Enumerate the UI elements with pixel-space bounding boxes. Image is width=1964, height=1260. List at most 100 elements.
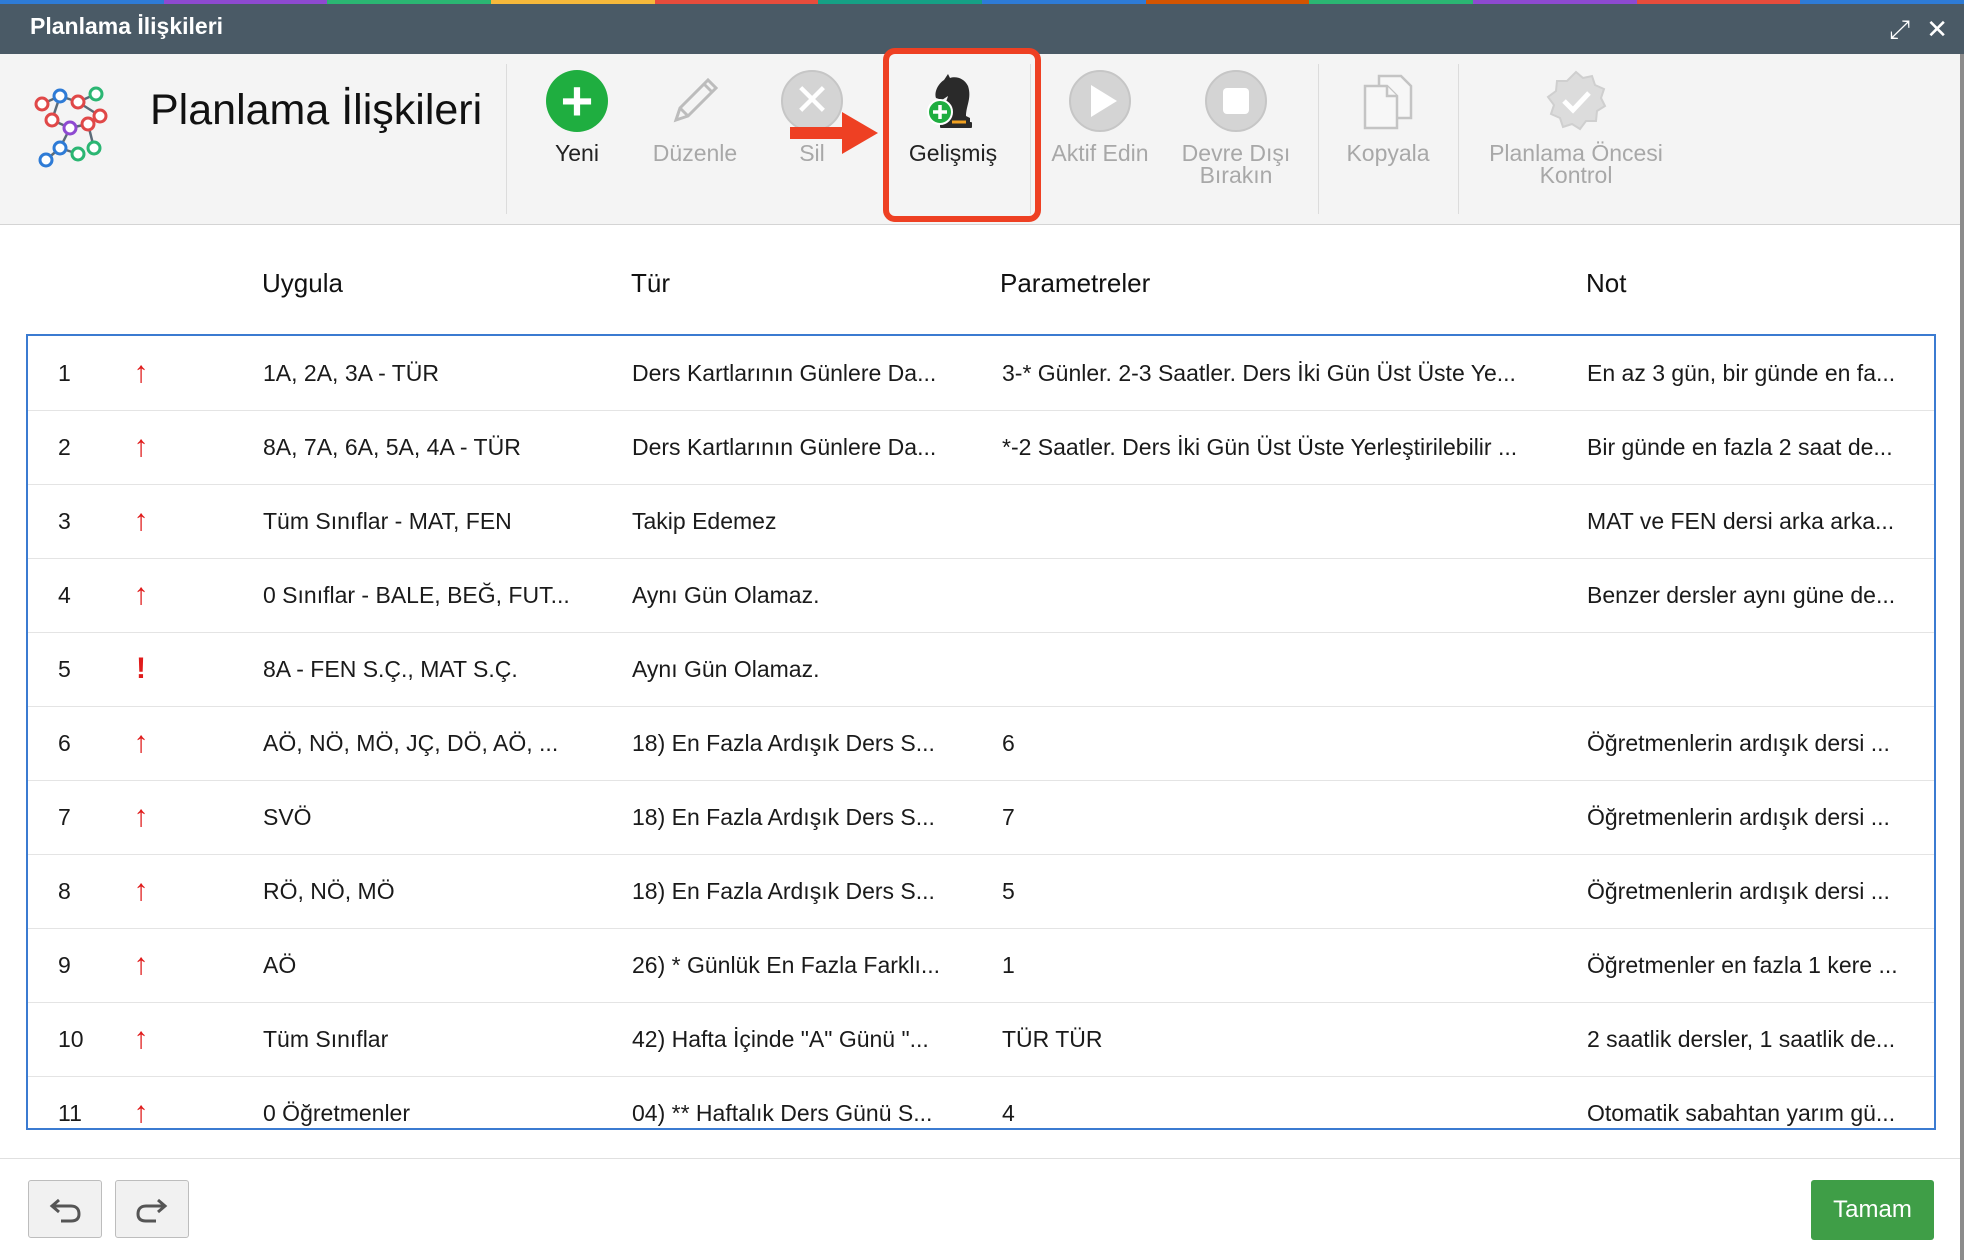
- row-parameters: 4: [1002, 1100, 1015, 1126]
- priority-arrow-icon: ↑: [133, 578, 149, 611]
- row-type: Ders Kartlarının Günlere Da...: [632, 360, 937, 386]
- window-edge: [1960, 54, 1964, 1260]
- arrow-icon: [790, 112, 878, 154]
- priority-arrow-icon: ↑: [133, 504, 149, 537]
- row-type: 18) En Fazla Ardışık Ders S...: [632, 730, 935, 756]
- advanced-button-highlight: [883, 48, 1041, 222]
- copy-icon: [1357, 70, 1419, 132]
- row-note: Öğretmenlerin ardışık dersi ...: [1587, 804, 1890, 830]
- page-title: Planlama İlişkileri: [150, 86, 483, 134]
- priority-arrow-icon: ↑: [133, 430, 149, 463]
- ok-button[interactable]: Tamam: [1811, 1180, 1934, 1240]
- edit-button[interactable]: Düzenle: [640, 70, 750, 165]
- priority-arrow-icon: ↑: [133, 948, 149, 981]
- priority-arrow-icon: ↑: [133, 726, 149, 759]
- table-row[interactable]: 1 ↑ 1A, 2A, 3A - TÜR Ders Kartlarının Gü…: [28, 336, 1934, 411]
- row-type: Ders Kartlarının Günlere Da...: [632, 434, 937, 460]
- table-row[interactable]: 7 ↑ SVÖ 18) En Fazla Ardışık Ders S... 7…: [28, 780, 1934, 855]
- row-type: 18) En Fazla Ardışık Ders S...: [632, 804, 935, 830]
- row-parameters: 5: [1002, 878, 1015, 904]
- row-note: Benzer dersler aynı güne de...: [1587, 582, 1896, 608]
- row-number: 2: [58, 434, 71, 460]
- row-parameters: 3-* Günler. 2-3 Saatler. Ders İki Gün Üs…: [1002, 360, 1516, 386]
- row-apply: 8A, 7A, 6A, 5A, 4A - TÜR: [263, 434, 521, 460]
- priority-arrow-icon: ↑: [133, 356, 149, 389]
- row-apply: 1A, 2A, 3A - TÜR: [263, 360, 439, 386]
- row-number: 4: [58, 582, 71, 608]
- check-badge-icon: [1545, 70, 1607, 132]
- row-number: 5: [58, 656, 71, 682]
- undo-icon: [49, 1198, 81, 1223]
- row-apply: Tüm Sınıflar: [263, 1026, 389, 1052]
- row-note: Öğretmenlerin ardışık dersi ...: [1587, 730, 1890, 756]
- table-row[interactable]: 11 ↑ 0 Öğretmenler 04) ** Haftalık Ders …: [28, 1076, 1934, 1129]
- row-apply: 0 Öğretmenler: [263, 1100, 411, 1126]
- stop-icon: [1205, 70, 1267, 132]
- window-title: Planlama İlişkileri: [30, 13, 224, 39]
- column-header-parameters[interactable]: Parametreler: [1000, 268, 1150, 299]
- new-button-label: Yeni: [555, 140, 599, 166]
- row-type: 18) En Fazla Ardışık Ders S...: [632, 878, 935, 904]
- row-number: 11: [58, 1100, 82, 1126]
- row-number: 7: [58, 804, 71, 830]
- table-row[interactable]: 4 ↑ 0 Sınıflar - BALE, BEĞ, FUT... Aynı …: [28, 558, 1934, 633]
- row-parameters: 1: [1002, 952, 1015, 978]
- priority-arrow-icon: ↑: [133, 874, 149, 907]
- deactivate-button-label-line2: Bırakın: [1199, 162, 1273, 188]
- row-note: MAT ve FEN dersi arka arka...: [1587, 508, 1895, 534]
- pencil-icon: [664, 70, 726, 132]
- row-parameters: TÜR TÜR: [1002, 1026, 1103, 1052]
- window-titlebar: Planlama İlişkileri ⤢ ✕: [0, 4, 1964, 54]
- toolbar-divider: [506, 64, 507, 214]
- expand-icon[interactable]: ⤢: [1889, 14, 1910, 44]
- row-note: Otomatik sabahtan yarım gü...: [1587, 1100, 1896, 1126]
- add-icon: +: [546, 70, 608, 132]
- row-note: [1587, 632, 1925, 706]
- table-row[interactable]: 2 ↑ 8A, 7A, 6A, 5A, 4A - TÜR Ders Kartla…: [28, 410, 1934, 485]
- row-apply: AÖ, NÖ, MÖ, JÇ, DÖ, AÖ, ...: [263, 730, 559, 756]
- deactivate-button-label-line1: Devre Dışı: [1181, 140, 1291, 166]
- toolbar-divider: [1458, 64, 1459, 214]
- row-apply: 0 Sınıflar - BALE, BEĞ, FUT...: [263, 582, 570, 608]
- row-note: Öğretmenler en fazla 1 kere ...: [1587, 952, 1898, 978]
- table-row[interactable]: 5 ! 8A - FEN S.Ç., MAT S.Ç. Aynı Gün Ola…: [28, 632, 1934, 707]
- pre-planning-check-label-line2: Kontrol: [1539, 162, 1613, 188]
- column-header-apply[interactable]: Uygula: [262, 268, 343, 299]
- row-apply: SVÖ: [263, 804, 312, 830]
- deactivate-button[interactable]: Devre Dışı Bırakın: [1172, 70, 1300, 188]
- pre-planning-check-button[interactable]: Planlama Öncesi Kontrol: [1478, 70, 1674, 188]
- row-parameters: [1002, 632, 1572, 706]
- undo-button[interactable]: [28, 1180, 102, 1238]
- column-header-note[interactable]: Not: [1586, 268, 1626, 299]
- row-number: 1: [58, 360, 71, 386]
- priority-arrow-icon: ↑: [133, 1096, 149, 1129]
- toolbar-divider: [1318, 64, 1319, 214]
- row-parameters: [1002, 558, 1572, 632]
- table-row[interactable]: 10 ↑ Tüm Sınıflar 42) Hafta İçinde "A" G…: [28, 1002, 1934, 1077]
- redo-icon: [136, 1198, 168, 1223]
- row-type: Aynı Gün Olamaz.: [632, 582, 820, 608]
- row-type: 42) Hafta İçinde "A" Günü "...: [632, 1026, 929, 1052]
- row-number: 10: [58, 1026, 84, 1052]
- row-parameters: 6: [1002, 730, 1015, 756]
- activate-button[interactable]: Aktif Edin: [1044, 70, 1156, 165]
- table-row[interactable]: 8 ↑ RÖ, NÖ, MÖ 18) En Fazla Ardışık Ders…: [28, 854, 1934, 929]
- row-note: 2 saatlik dersler, 1 saatlik de...: [1587, 1026, 1896, 1052]
- table-row[interactable]: 9 ↑ AÖ 26) * Günlük En Fazla Farklı... 1…: [28, 928, 1934, 1003]
- row-number: 6: [58, 730, 71, 756]
- network-graph-icon: [34, 86, 108, 168]
- row-parameters: *-2 Saatler. Ders İki Gün Üst Üste Yerle…: [1002, 434, 1518, 460]
- row-note: En az 3 gün, bir günde en fa...: [1587, 360, 1896, 386]
- row-apply: 8A - FEN S.Ç., MAT S.Ç.: [263, 656, 518, 682]
- column-header-type[interactable]: Tür: [631, 268, 670, 299]
- row-type: 26) * Günlük En Fazla Farklı...: [632, 952, 941, 978]
- close-icon[interactable]: ✕: [1926, 14, 1948, 44]
- footer-divider: [0, 1158, 1960, 1159]
- redo-button[interactable]: [115, 1180, 189, 1238]
- table-row[interactable]: 3 ↑ Tüm Sınıflar - MAT, FEN Takip Edemez…: [28, 484, 1934, 559]
- table-row[interactable]: 6 ↑ AÖ, NÖ, MÖ, JÇ, DÖ, AÖ, ... 18) En F…: [28, 706, 1934, 781]
- new-button[interactable]: + Yeni: [537, 70, 617, 166]
- row-parameters: 7: [1002, 804, 1015, 830]
- copy-button-label: Kopyala: [1346, 140, 1430, 166]
- copy-button[interactable]: Kopyala: [1336, 70, 1440, 166]
